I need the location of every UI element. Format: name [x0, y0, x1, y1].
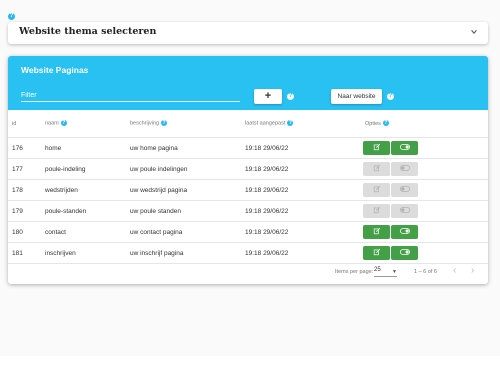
table-header-row: id naam? beschrijving? laatst aangepast?… [8, 110, 488, 138]
column-header-laatst-aangepast[interactable]: laatst aangepast? [245, 110, 363, 138]
edit-icon [373, 143, 380, 153]
cell-laatst-aangepast: 19:18 29/06/22 [245, 200, 363, 222]
cell-opties [363, 137, 488, 159]
toggle-icon [399, 144, 410, 152]
cell-beschrijving: uw home pagina [130, 137, 245, 159]
table-row: 177 poule-indeling uw poule indelingen 19:1… [8, 158, 488, 180]
theme-selector-title: Website thema selecteren [19, 26, 157, 37]
add-page-button[interactable]: + [254, 89, 282, 104]
toggle-button[interactable] [391, 225, 418, 239]
edit-icon [373, 227, 380, 237]
website-help-icon[interactable]: ? [387, 93, 394, 100]
chevron-right-icon[interactable]: › [471, 265, 474, 276]
cell-opties [363, 158, 488, 180]
cell-opties [363, 179, 488, 201]
table-row: 178 wedstrijden uw wedstrijd pagina 19:18 2… [8, 179, 488, 201]
column-header-beschrijving[interactable]: beschrijving? [130, 110, 245, 138]
toggle-button[interactable] [391, 141, 418, 155]
column-header-naam[interactable]: naam? [45, 110, 130, 138]
cell-id: 177 [8, 158, 45, 180]
cell-beschrijving: uw poule indelingen [130, 158, 245, 180]
toggle-icon [399, 228, 410, 236]
edit-icon [373, 206, 380, 216]
pages-table: id naam? beschrijving? laatst aangepast?… [8, 110, 488, 264]
beschrijving-help-icon[interactable]: ? [161, 120, 168, 127]
cell-laatst-aangepast: 19:18 29/06/22 [245, 179, 363, 201]
toggle-icon [399, 165, 410, 173]
table-row: 179 poule-standen uw poule standen 19:18 29… [8, 200, 488, 222]
toggle-icon [399, 249, 410, 257]
cell-naam: wedstrijden [45, 179, 130, 201]
toggle-button[interactable] [391, 183, 418, 197]
column-header-opties: Opties? [363, 110, 488, 138]
cell-naam: poule-indeling [45, 158, 130, 180]
toggle-icon [399, 186, 410, 194]
pages-title: Website Paginas [21, 65, 89, 75]
paginator: Items per page: 25 ▼ 1 – 6 of 6 ‹ › [8, 258, 488, 284]
page-range: 1 – 6 of 6 [414, 269, 437, 275]
edit-button[interactable] [363, 141, 390, 155]
column-header-id[interactable]: id [8, 110, 45, 138]
cell-id: 178 [8, 179, 45, 201]
edit-button[interactable] [363, 204, 390, 218]
cell-beschrijving: uw wedstrijd pagina [130, 179, 245, 201]
table-row: 176 home uw home pagina 19:18 29/06/22 [8, 137, 488, 159]
cell-id: 180 [8, 221, 45, 243]
edit-icon [373, 248, 380, 258]
naam-help-icon[interactable]: ? [60, 120, 67, 127]
opties-help-icon[interactable]: ? [382, 120, 389, 127]
cell-id: 176 [8, 137, 45, 159]
cell-opties [363, 200, 488, 222]
page-footer-band [0, 356, 500, 371]
datum-help-icon[interactable]: ? [287, 120, 294, 127]
cell-naam: contact [45, 221, 130, 243]
edit-button[interactable] [363, 225, 390, 239]
edit-button[interactable] [363, 183, 390, 197]
website-pages-panel: Website Paginas + ? Naar website ? id na… [8, 56, 488, 284]
toggle-icon [399, 207, 410, 215]
cell-naam: home [45, 137, 130, 159]
cell-id: 179 [8, 200, 45, 222]
chevron-down-icon[interactable] [470, 28, 478, 36]
edit-icon [373, 164, 380, 174]
table-row: 180 contact uw contact pagina 19:18 29/06/2… [8, 221, 488, 243]
items-per-page-select[interactable]: 25 ▼ [374, 267, 397, 277]
toggle-button[interactable] [391, 162, 418, 176]
theme-selector-panel[interactable]: Website thema selecteren [8, 22, 488, 44]
add-help-icon[interactable]: ? [287, 93, 294, 100]
to-website-button[interactable]: Naar website [331, 89, 382, 104]
dropdown-caret-icon: ▼ [392, 269, 397, 275]
cell-laatst-aangepast: 19:18 29/06/22 [245, 158, 363, 180]
pages-header: Website Paginas + ? Naar website ? [8, 56, 488, 110]
cell-opties [363, 221, 488, 243]
cell-naam: poule-standen [45, 200, 130, 222]
theme-help-icon[interactable]: ? [8, 13, 15, 20]
chevron-left-icon[interactable]: ‹ [453, 265, 456, 276]
cell-beschrijving: uw contact pagina [130, 221, 245, 243]
toggle-button[interactable] [391, 204, 418, 218]
cell-beschrijving: uw poule standen [130, 200, 245, 222]
edit-button[interactable] [363, 162, 390, 176]
items-per-page-label: Items per page: [335, 269, 374, 275]
filter-input[interactable] [21, 89, 240, 102]
cell-laatst-aangepast: 19:18 29/06/22 [245, 137, 363, 159]
cell-laatst-aangepast: 19:18 29/06/22 [245, 221, 363, 243]
edit-icon [373, 185, 380, 195]
